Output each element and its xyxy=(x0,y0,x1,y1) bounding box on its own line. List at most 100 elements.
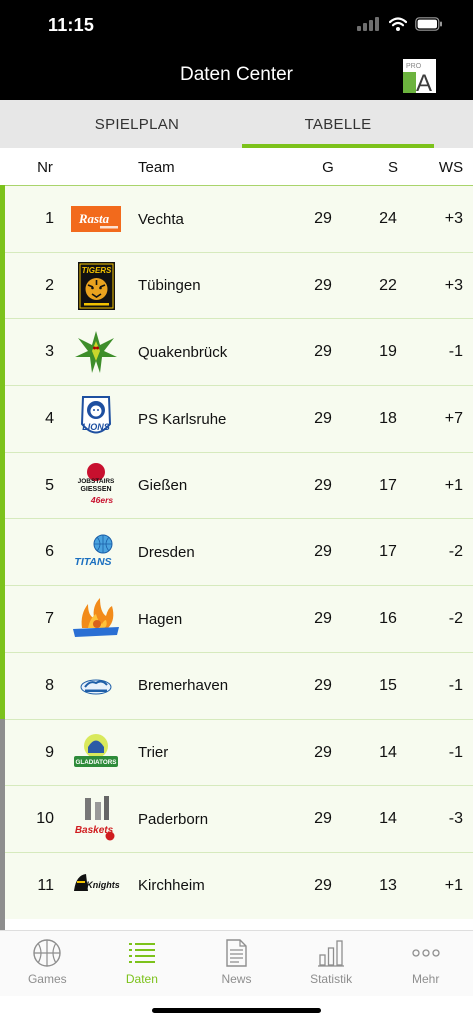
svg-text:PRO: PRO xyxy=(406,63,422,70)
vechta-logo: Rasta xyxy=(71,206,121,232)
table-row[interactable]: 11 Knights Kirchheim 29 13 +1 xyxy=(0,851,473,920)
row-team-name: Quakenbrück xyxy=(138,343,228,361)
row-wins: 18 xyxy=(379,410,397,428)
tuebingen-logo: TIGERS xyxy=(78,261,115,310)
nav-games[interactable]: Games xyxy=(0,931,95,997)
table-row[interactable]: 5 JOBSTAIRS GIESSEN 46ers Gießen 29 17 +… xyxy=(0,451,473,520)
document-icon xyxy=(226,939,248,967)
row-team-name: Tübingen xyxy=(138,277,201,295)
quakenbrueck-logo xyxy=(75,331,117,374)
row-wins: 24 xyxy=(379,210,397,227)
nav-news[interactable]: News xyxy=(189,931,284,997)
battery-icon xyxy=(415,17,442,31)
nav-daten[interactable]: Daten xyxy=(95,931,190,997)
nav-games-label: Games xyxy=(27,972,67,986)
paderborn-logo: Baskets xyxy=(75,796,115,841)
bremerhaven-logo xyxy=(80,679,112,695)
nav-statistik[interactable]: Statistik xyxy=(284,931,379,997)
row-games: 29 xyxy=(314,543,332,561)
row-games: 29 xyxy=(314,343,332,361)
list-icon xyxy=(128,943,155,963)
row-games: 29 xyxy=(314,876,332,894)
row-rank: 4 xyxy=(45,410,54,428)
nav-news-label: News xyxy=(221,972,252,986)
header-streak: WS xyxy=(438,159,464,176)
svg-text:TITANS: TITANS xyxy=(74,556,111,568)
row-rank: 2 xyxy=(45,276,54,294)
row-rank: 3 xyxy=(45,343,54,361)
row-streak: +7 xyxy=(444,410,463,428)
segment-tabs: SPIELPLAN TABELLE xyxy=(0,100,473,148)
row-rank: 8 xyxy=(45,676,54,694)
header-wins: S xyxy=(387,159,398,176)
tab-tabelle[interactable]: TABELLE xyxy=(242,100,434,148)
row-wins: 14 xyxy=(379,810,397,828)
row-streak: +3 xyxy=(444,276,463,294)
basketball-icon xyxy=(33,939,61,967)
row-streak: -3 xyxy=(448,810,463,828)
row-streak: -2 xyxy=(448,543,463,561)
row-games: 29 xyxy=(314,476,332,494)
nav-mehr-label: Mehr xyxy=(412,972,440,986)
row-rank: 5 xyxy=(45,476,54,494)
row-team-name: Trier xyxy=(138,744,169,761)
bar-chart-icon xyxy=(318,940,345,967)
row-wins: 17 xyxy=(379,543,397,561)
row-rank: 1 xyxy=(45,210,54,227)
svg-text:GLADIATORS: GLADIATORS xyxy=(76,759,117,766)
row-rank: 9 xyxy=(45,743,54,761)
row-rank: 11 xyxy=(37,876,54,894)
more-dots-icon xyxy=(412,949,440,957)
row-games: 29 xyxy=(314,210,332,227)
row-wins: 16 xyxy=(379,610,397,628)
status-icons xyxy=(357,17,443,31)
nav-mehr[interactable]: Mehr xyxy=(378,931,473,997)
row-wins: 13 xyxy=(379,876,397,894)
row-streak: +1 xyxy=(444,876,463,894)
standings-table: 1 Rasta Vechta 29 24 +3 2 TIGERS Tübinge… xyxy=(0,185,473,920)
row-streak: +1 xyxy=(444,476,463,494)
table-row[interactable]: 10 Baskets Paderborn 29 14 -3 xyxy=(0,785,473,853)
row-team-name: PS Karlsruhe xyxy=(138,410,227,428)
league-logo: PRO A xyxy=(403,59,436,93)
status-time: 11:15 xyxy=(48,15,95,35)
row-rank: 7 xyxy=(45,610,54,628)
row-team-name: Gießen xyxy=(138,477,188,495)
table-row[interactable]: 7 Hagen 29 16 -2 xyxy=(0,585,473,653)
karlsruhe-logo: LIONS xyxy=(80,396,112,434)
hagen-logo xyxy=(73,598,119,638)
table-end-spacer xyxy=(0,919,473,930)
row-team-name: Bremerhaven xyxy=(138,677,229,695)
svg-text:Knights: Knights xyxy=(86,880,120,890)
tab-spielplan[interactable]: SPIELPLAN xyxy=(38,100,236,148)
table-row[interactable]: 3 Quakenbrück 29 19 -1 xyxy=(0,318,473,387)
svg-text:JOBSTAIRS: JOBSTAIRS xyxy=(78,478,115,485)
svg-text:A: A xyxy=(416,70,432,93)
table-row[interactable]: 6 TITANS Dresden 29 17 -2 xyxy=(0,518,473,587)
table-row[interactable]: 1 Rasta Vechta 29 24 +3 xyxy=(0,185,473,253)
giessen-logo: JOBSTAIRS GIESSEN 46ers xyxy=(78,462,115,505)
row-team-name: Kirchheim xyxy=(138,877,205,895)
row-games: 29 xyxy=(314,410,332,428)
table-row[interactable]: 4 LIONS PS Karlsruhe 29 18 +7 xyxy=(0,385,473,453)
nav-statistik-label: Statistik xyxy=(310,972,353,986)
wifi-icon xyxy=(389,17,407,31)
table-row[interactable]: 8 Bremerhaven 29 15 -1 xyxy=(0,651,473,720)
svg-text:GIESSEN: GIESSEN xyxy=(80,486,111,493)
bottom-tab-bar: Games Daten News Statistik Mehr xyxy=(0,930,473,996)
row-team-name: Dresden xyxy=(138,543,195,561)
row-streak: +3 xyxy=(444,210,463,227)
row-team-name: Vechta xyxy=(138,210,184,228)
row-streak: -1 xyxy=(448,743,463,761)
trier-logo: GLADIATORS xyxy=(74,733,118,767)
svg-text:Rasta: Rasta xyxy=(78,211,110,226)
row-team-name: Paderborn xyxy=(138,810,209,828)
table-row[interactable]: 9 GLADIATORS Trier 29 14 -1 xyxy=(0,718,473,787)
row-team-name: Hagen xyxy=(138,610,183,628)
row-games: 29 xyxy=(314,276,332,294)
table-row[interactable]: 2 TIGERS Tübingen 29 22 +3 xyxy=(0,251,473,320)
app-header: Daten Center PRO A xyxy=(0,50,473,100)
row-games: 29 xyxy=(314,810,332,828)
home-indicator[interactable] xyxy=(152,1008,321,1013)
row-wins: 19 xyxy=(379,343,397,361)
